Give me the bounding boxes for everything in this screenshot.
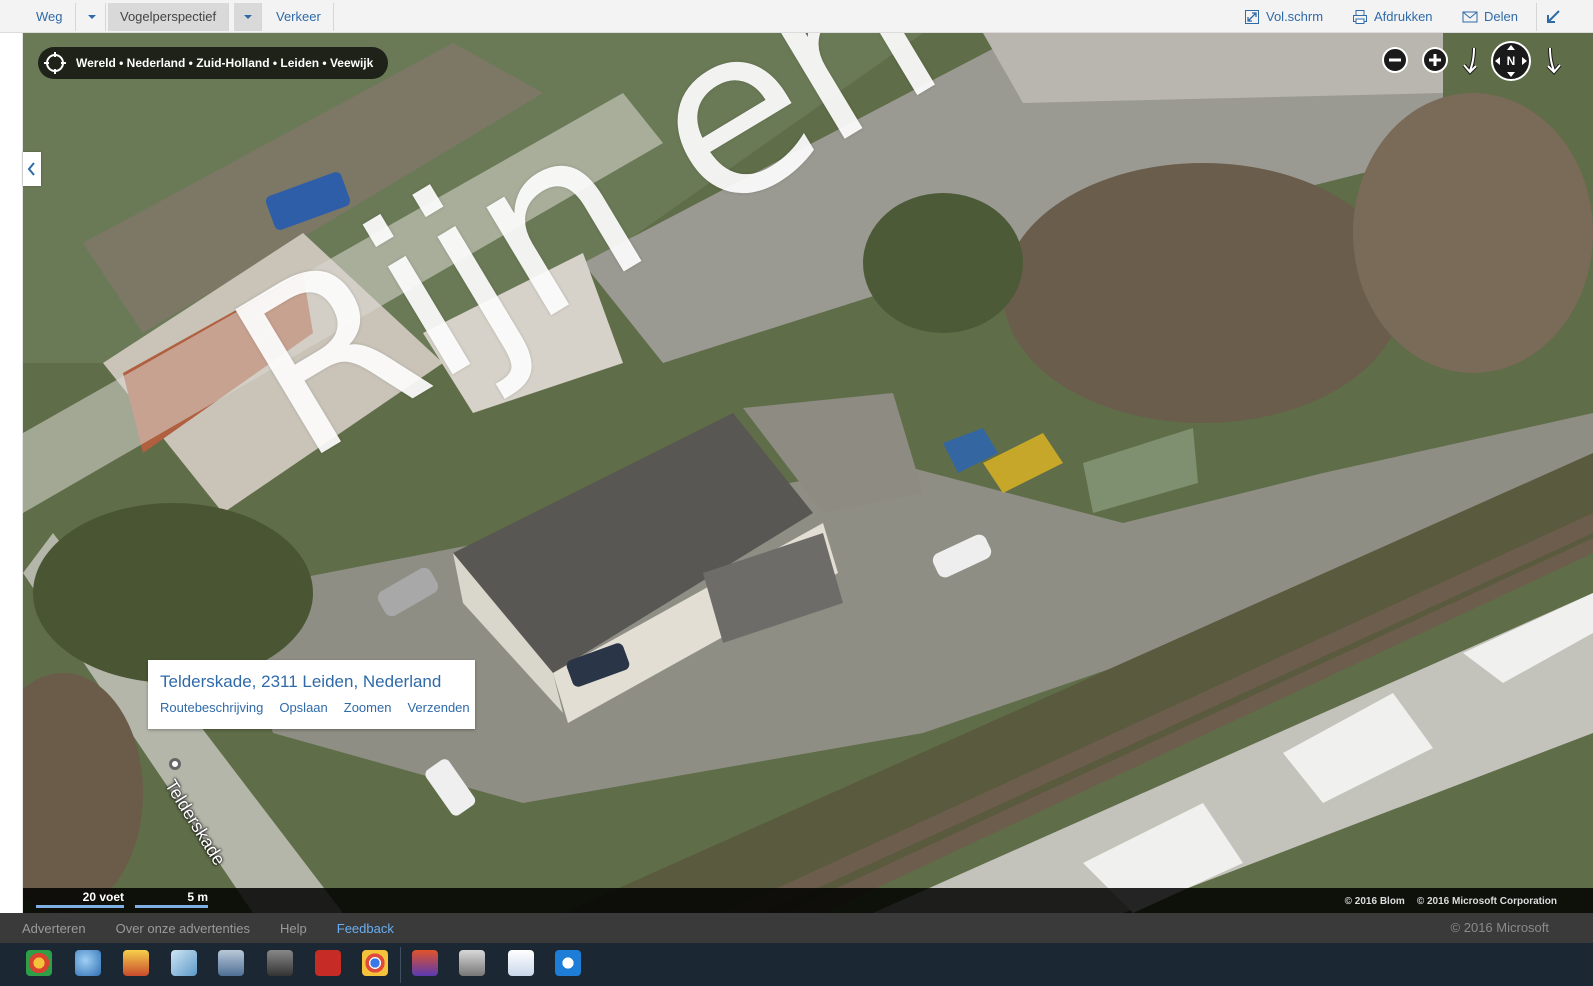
expand-panel-tab[interactable] [23,152,41,186]
app-icon[interactable] [171,950,197,976]
footer-link-help[interactable]: Help [280,921,307,936]
mode-birdseye[interactable]: Vogelperspectief [108,3,230,31]
location-pin[interactable] [169,758,181,770]
collapse-map-button[interactable] [1536,3,1561,31]
compass-north-label: N [1507,54,1516,68]
filezilla-icon[interactable] [315,950,341,976]
zoom-link[interactable]: Zoomen [344,700,392,715]
envelope-icon [1462,11,1478,23]
rotate-right-button[interactable] [1536,44,1568,76]
print-label: Afdrukken [1374,9,1433,24]
printer-icon [1353,10,1367,24]
fullscreen-button[interactable]: Vol.schrm [1244,3,1323,31]
map-attribution: © 2016 Blom © 2016 Microsoft Corporation [1345,896,1557,907]
mode-road[interactable]: Weg [24,3,76,31]
minus-circle-icon [1382,47,1408,73]
save-link[interactable]: Opslaan [279,700,327,715]
teamviewer-icon[interactable] [555,950,581,976]
footer-copyright: © 2016 Microsoft [1450,920,1549,935]
compass-icon: N [1491,41,1531,81]
mode-traffic[interactable]: Verkeer [264,3,334,31]
compass-button[interactable]: N [1490,40,1532,82]
arrow-collapse-icon [1547,10,1560,23]
fullscreen-icon [1245,10,1259,24]
location-breadcrumb[interactable]: Wereld • Nederland • Zuid-Holland • Leid… [38,47,389,79]
taskbar-separator [400,947,401,983]
left-panel-strip [0,33,23,913]
locate-me-button[interactable] [42,50,68,76]
location-infobox: Telderskade, 2311 Leiden, Nederland Rout… [148,660,475,729]
directions-link[interactable]: Routebeschrijving [160,700,263,715]
road-dropdown-button[interactable] [78,3,106,31]
send-link[interactable]: Verzenden [407,700,469,715]
page-footer: Adverteren Over onze advertenties Help F… [0,913,1593,943]
crosshair-icon [44,52,66,74]
share-button[interactable]: Delen [1462,3,1518,31]
fullscreen-label: Vol.schrm [1266,9,1324,24]
share-label: Delen [1484,9,1518,24]
chrome-like-icon[interactable] [26,950,52,976]
app-icon[interactable] [218,950,244,976]
app-icon[interactable] [267,950,293,976]
chrome-icon[interactable] [362,950,388,976]
document-icon[interactable] [508,950,534,976]
infobox-address: Telderskade, 2311 Leiden, Nederland [160,672,442,691]
scale-imperial: 20 voet [36,890,124,908]
attribution-microsoft: © 2016 Microsoft Corporation [1416,896,1557,907]
app-icon[interactable] [412,950,438,976]
print-button[interactable]: Afdrukken [1352,3,1433,31]
plus-circle-icon [1422,47,1448,73]
zoom-in-button[interactable] [1419,44,1451,76]
birdseye-dropdown-button[interactable] [234,3,262,31]
chevron-left-icon [27,162,35,176]
app-icon[interactable] [123,950,149,976]
aerial-map[interactable]: Rijn en Sc [23,33,1593,913]
app-icon[interactable] [459,950,485,976]
footer-link-about-ads[interactable]: Over onze advertenties [116,921,250,936]
scale-metric: 5 m [135,890,208,908]
arrow-down-right-icon [1546,47,1562,75]
zoom-out-button[interactable] [1379,44,1411,76]
footer-link-feedback[interactable]: Feedback [337,921,394,936]
footer-link-advertise[interactable]: Adverteren [22,921,86,936]
map-toolbar: Weg Vogelperspectief Verkeer Vol.schrm A… [0,0,1593,33]
arrow-down-left-icon [1462,47,1478,75]
thunderbird-icon[interactable] [75,950,101,976]
attribution-blom: © 2016 Blom [1344,896,1405,907]
rotate-left-button[interactable] [1456,44,1488,76]
breadcrumb-path[interactable]: Wereld • Nederland • Zuid-Holland • Leid… [76,56,373,70]
